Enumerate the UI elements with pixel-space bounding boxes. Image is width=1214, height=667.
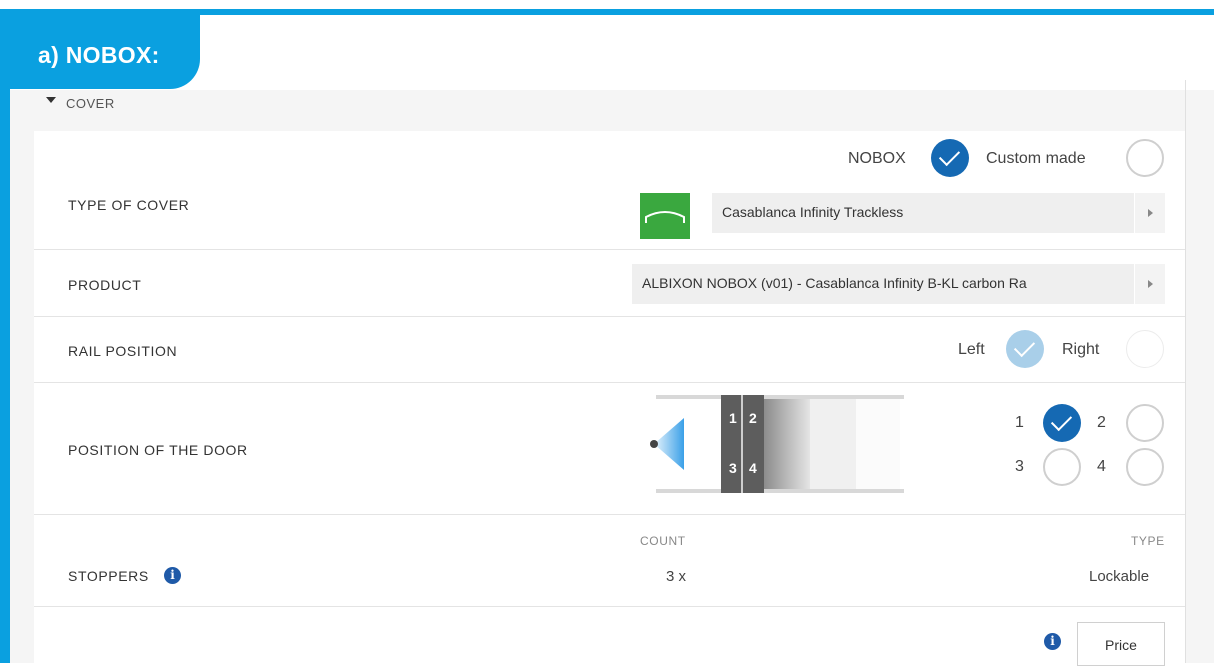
info-icon[interactable]: i — [1044, 633, 1061, 650]
cover-thumbnail — [640, 193, 690, 239]
cover-type-value: Casablanca Infinity Trackless — [722, 204, 904, 220]
door-number-3: 3 — [729, 460, 737, 476]
rail-position-label: RAIL POSITION — [68, 343, 178, 359]
chevron-right-icon — [1134, 193, 1165, 233]
pool-diagram-shape — [650, 395, 904, 493]
right-option-label: Right — [1062, 341, 1100, 358]
door-number-2: 2 — [749, 410, 757, 426]
door-option-4-label: 4 — [1097, 458, 1106, 475]
door-3-radio[interactable] — [1043, 448, 1081, 486]
product-value: ALBIXON NOBOX (v01) - Casablanca Infinit… — [642, 275, 1027, 291]
cover-shape-icon — [645, 211, 685, 223]
stopper-type-value: Lockable — [1089, 568, 1150, 585]
price-button[interactable]: Price — [1077, 622, 1165, 666]
left-option-label: Left — [958, 341, 985, 358]
right-radio[interactable] — [1126, 330, 1164, 368]
door-position-label: POSITION OF THE DOOR — [68, 442, 248, 458]
door-option-2-label: 2 — [1097, 414, 1106, 431]
section-tab: a) NOBOX: — [10, 15, 200, 89]
type-header: TYPE — [1131, 534, 1165, 548]
stoppers-label: STOPPERS — [68, 568, 149, 584]
nobox-radio[interactable] — [931, 139, 969, 177]
door-option-3-label: 3 — [1015, 458, 1024, 475]
door-position-row: POSITION OF THE DOOR — [34, 383, 1185, 514]
door-number-1: 1 — [729, 410, 737, 426]
section-title: COVER — [66, 96, 115, 111]
cover-type-select[interactable]: Casablanca Infinity Trackless — [712, 193, 1165, 233]
door-1-radio[interactable] — [1043, 404, 1081, 442]
cover-section-toggle[interactable]: COVER — [46, 96, 115, 111]
tab-title: a) NOBOX: — [38, 42, 160, 68]
left-accent-bar — [0, 9, 10, 663]
price-row — [34, 607, 1185, 663]
caret-down-icon — [46, 96, 56, 103]
stoppers-row: STOPPERS — [34, 515, 1185, 606]
door-4-radio[interactable] — [1126, 448, 1164, 486]
stopper-count-value: 3 x — [666, 568, 687, 585]
pool-door-diagram — [640, 392, 910, 502]
right-divider — [1185, 80, 1186, 663]
door-option-1-label: 1 — [1015, 414, 1024, 431]
count-header: COUNT — [640, 534, 686, 548]
chevron-right-icon — [1134, 264, 1165, 304]
door-number-4: 4 — [749, 460, 757, 476]
left-radio[interactable] — [1006, 330, 1044, 368]
product-select[interactable]: ALBIXON NOBOX (v01) - Casablanca Infinit… — [632, 264, 1165, 304]
type-of-cover-label: TYPE OF COVER — [68, 197, 190, 213]
custom-made-radio[interactable] — [1126, 139, 1164, 177]
info-icon[interactable]: i — [164, 567, 181, 584]
product-label: PRODUCT — [68, 277, 142, 293]
nobox-option-label: NOBOX — [848, 150, 906, 167]
custom-made-option-label: Custom made — [986, 150, 1086, 167]
door-2-radio[interactable] — [1126, 404, 1164, 442]
